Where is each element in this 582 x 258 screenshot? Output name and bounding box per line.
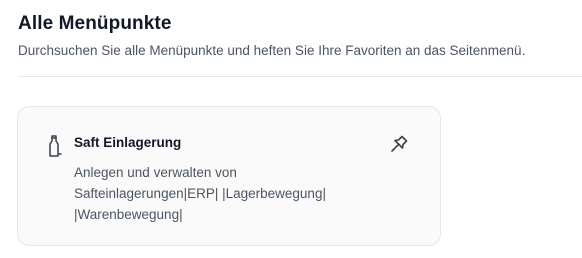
page-title: Alle Menüpunkte bbox=[18, 13, 172, 34]
menu-item-card[interactable]: Saft Einlagerung Anlegen und verwalten v… bbox=[17, 106, 441, 246]
menu-item-description-line: Safteinlagerungen|ERP| |Lagerbewegung| bbox=[74, 186, 326, 201]
menu-item-description: Anlegen und verwalten von Safteinlagerun… bbox=[74, 162, 374, 225]
page-header: Alle Menüpunkte Durchsuchen Sie alle Men… bbox=[18, 12, 582, 60]
header-divider bbox=[18, 76, 582, 77]
pin-icon bbox=[391, 135, 408, 152]
bottle-icon bbox=[47, 134, 63, 160]
menu-item-title: Saft Einlagerung bbox=[74, 135, 182, 150]
menu-item-description-line: |Warenbewegung| bbox=[74, 207, 183, 222]
page-subtitle: Durchsuchen Sie alle Menüpunkte und heft… bbox=[18, 43, 526, 58]
pin-button[interactable] bbox=[385, 130, 413, 158]
menu-item-description-line: Anlegen und verwalten von bbox=[74, 165, 237, 180]
